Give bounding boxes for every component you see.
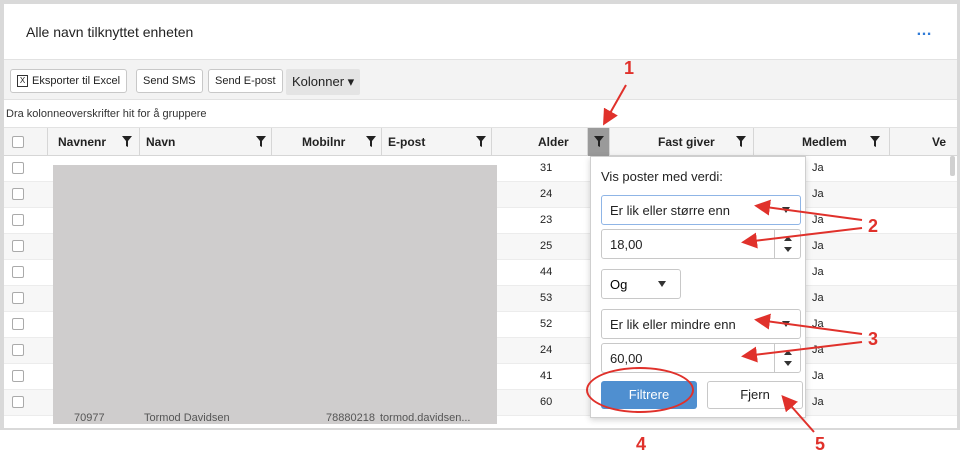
arrow-3b xyxy=(741,341,863,363)
annotation-1: 1 xyxy=(624,58,635,78)
arrow-3a xyxy=(754,313,863,335)
annotation-3: 3 xyxy=(868,329,879,349)
annotation-2: 2 xyxy=(868,216,879,236)
arrow-2b xyxy=(741,227,863,249)
annotation-arrows xyxy=(603,84,863,433)
arrow-5 xyxy=(781,395,815,433)
arrow-2a xyxy=(754,199,863,221)
arrow-1 xyxy=(603,84,627,126)
annotation-5: 5 xyxy=(815,434,826,454)
annotation-4: 4 xyxy=(636,434,647,454)
